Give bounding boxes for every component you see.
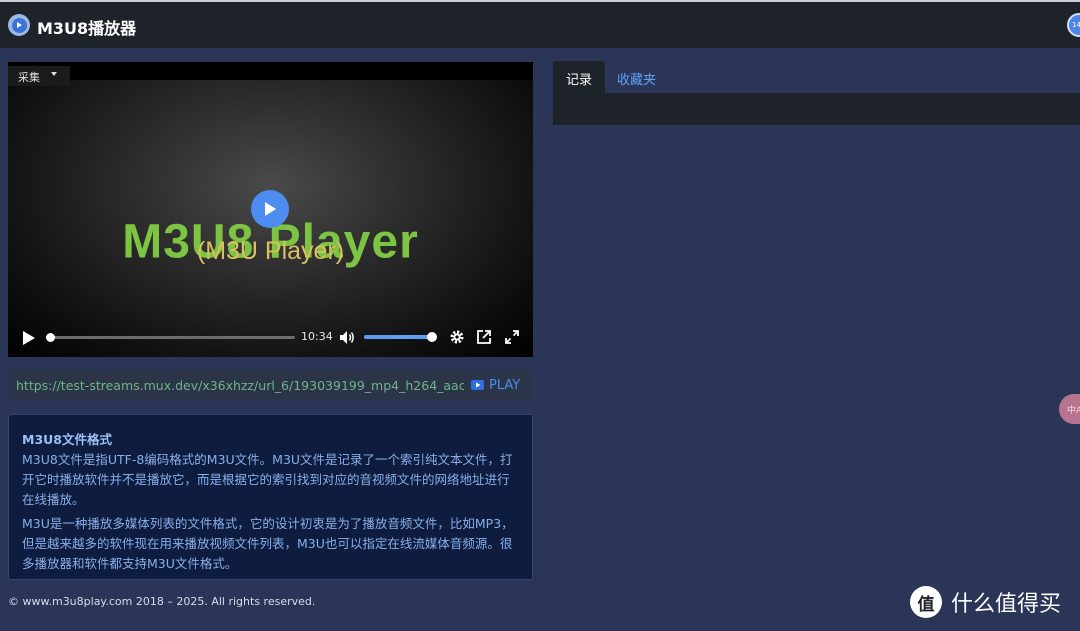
popout-button[interactable] (476, 329, 492, 349)
app-header: M3U8播放器 141 (0, 2, 1080, 48)
play-url-label: PLAY (489, 377, 521, 393)
watermark-logo: 值 (910, 586, 942, 618)
play-icon (23, 331, 35, 345)
watermark: 值 什么值得买 (910, 586, 1061, 618)
progress-bar[interactable] (48, 336, 295, 339)
url-input[interactable] (8, 370, 464, 400)
info-title: M3U8文件格式 (22, 432, 112, 447)
tab-records[interactable]: 记录 (553, 61, 605, 93)
video-player[interactable]: 采集 M3U8 Player (M3U Player) 10:34 (8, 62, 533, 357)
side-panel: 记录 收藏夹 (553, 61, 1080, 125)
info-panel: M3U8文件格式 M3U8文件是指UTF-8编码格式的M3U文件。M3U文件是记… (8, 414, 533, 580)
video-play-icon (471, 380, 484, 390)
tab-strip: 记录 收藏夹 (553, 61, 1080, 93)
player-top-bar (8, 62, 533, 80)
big-play-button[interactable] (251, 190, 289, 228)
translate-widget[interactable]: 中A (1059, 394, 1080, 424)
info-paragraph-2: M3U是一种播放多媒体列表的文件格式，它的设计初衷是为了播放音频文件，比如MP3… (22, 516, 514, 571)
play-url-button[interactable]: PLAY (471, 376, 520, 394)
chevron-down-icon (51, 72, 57, 76)
source-select-label: 采集 (18, 71, 40, 84)
watermark-logo-text: 值 (917, 594, 935, 615)
external-link-icon (477, 330, 491, 344)
volume-slider[interactable] (364, 335, 432, 339)
app-title[interactable]: M3U8播放器 (37, 15, 136, 39)
play-button[interactable] (22, 330, 36, 350)
fullscreen-icon (505, 330, 519, 344)
tab-favorites[interactable]: 收藏夹 (617, 61, 656, 93)
volume-icon (340, 331, 354, 344)
volume-button[interactable] (339, 330, 355, 349)
gear-icon (450, 330, 464, 344)
settings-button[interactable] (449, 329, 465, 349)
volume-handle[interactable] (427, 332, 437, 342)
info-paragraph-1: M3U8文件是指UTF-8编码格式的M3U文件。M3U文件是记录了一个索引纯文本… (22, 452, 513, 507)
play-logo-icon[interactable] (8, 14, 30, 36)
progress-handle[interactable] (46, 333, 55, 342)
user-avatar[interactable]: 141 (1067, 13, 1080, 37)
footer-copyright: © www.m3u8play.com 2018 – 2025. All righ… (8, 595, 316, 608)
watermark-text: 什么值得买 (951, 592, 1062, 617)
url-bar: PLAY (8, 370, 533, 400)
fullscreen-button[interactable] (504, 329, 520, 349)
source-select[interactable]: 采集 (8, 66, 70, 86)
video-frame-subtitle: (M3U Player) (196, 237, 345, 265)
time-display: 10:34 (301, 330, 333, 343)
player-controls: 10:34 (8, 324, 533, 352)
